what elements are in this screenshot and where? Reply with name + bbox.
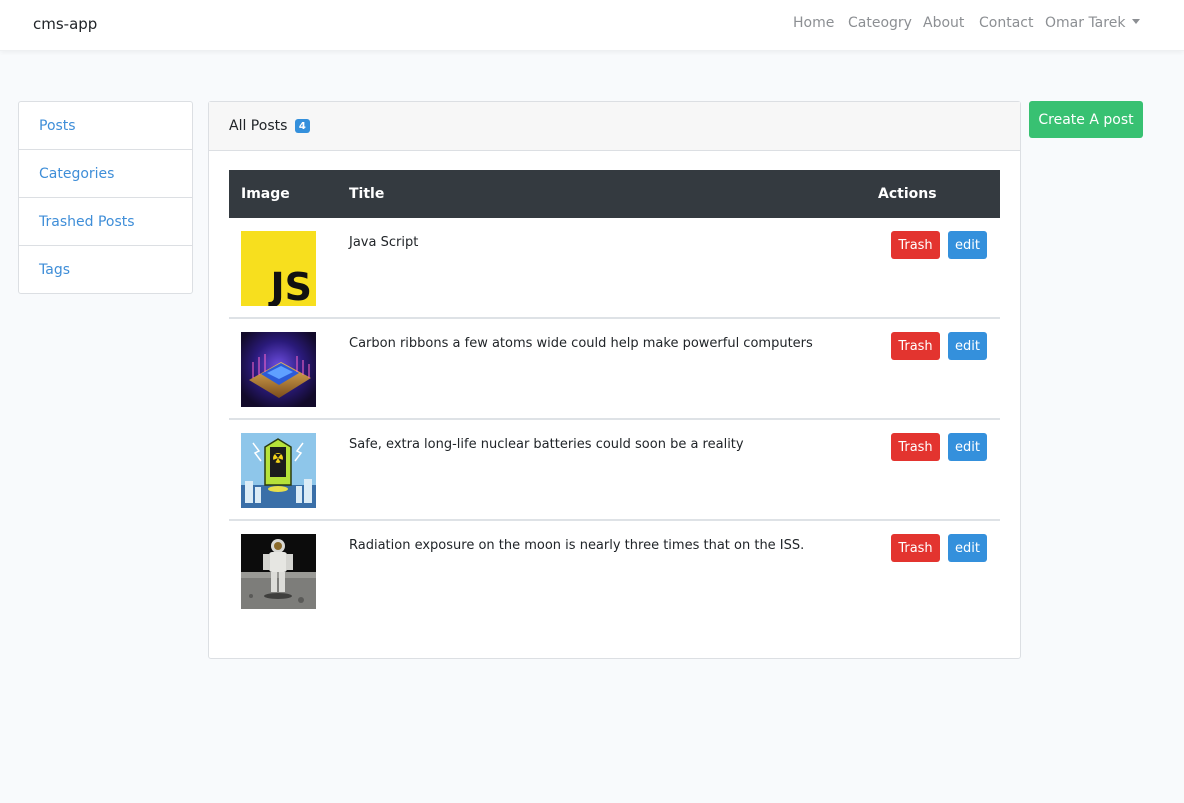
header-title: Title: [349, 186, 385, 202]
nuclear-battery-image: [241, 433, 316, 508]
create-post-button[interactable]: Create A post: [1029, 101, 1143, 138]
post-title: Java Script: [349, 235, 419, 250]
edit-button[interactable]: edit: [948, 433, 987, 461]
nav-contact[interactable]: Contact: [979, 15, 1033, 31]
js-logo-image: JS: [241, 231, 316, 306]
table-row: Safe, extra long-life nuclear batteries …: [229, 420, 1000, 521]
post-title: Safe, extra long-life nuclear batteries …: [349, 437, 744, 452]
svg-text:JS: JS: [267, 265, 312, 306]
table-row: Radiation exposure on the moon is nearly…: [229, 521, 1000, 622]
post-title: Radiation exposure on the moon is nearly…: [349, 538, 805, 553]
top-navbar: cms-app Home Cateogry About Contact Omar…: [0, 0, 1184, 51]
post-thumbnail[interactable]: [241, 534, 316, 609]
post-thumbnail[interactable]: [241, 332, 316, 407]
nav-about[interactable]: About: [923, 15, 964, 31]
nav-category[interactable]: Cateogry: [848, 15, 912, 31]
caret-down-icon: [1132, 19, 1141, 24]
trash-button[interactable]: Trash: [891, 534, 940, 562]
table-row: JS Java Script Trash edit: [229, 218, 1000, 319]
user-name: Omar Tarek: [1045, 15, 1126, 31]
sidebar-item-posts[interactable]: Posts: [19, 102, 192, 150]
sidebar-item-trashed-posts[interactable]: Trashed Posts: [19, 198, 192, 246]
trash-button[interactable]: Trash: [891, 231, 940, 259]
posts-card: All Posts 4 Image Title Actions JS Java …: [208, 101, 1021, 659]
cpu-chip-image: [241, 332, 316, 407]
table-header: Image Title Actions: [229, 170, 1000, 218]
trash-button[interactable]: Trash: [891, 433, 940, 461]
sidebar-item-tags[interactable]: Tags: [19, 246, 192, 294]
trash-button[interactable]: Trash: [891, 332, 940, 360]
user-dropdown[interactable]: Omar Tarek: [1045, 15, 1141, 31]
sidebar: Posts Categories Trashed Posts Tags: [18, 101, 193, 294]
table-row: Carbon ribbons a few atoms wide could he…: [229, 319, 1000, 420]
card-header: All Posts 4: [209, 102, 1020, 151]
header-actions: Actions: [878, 186, 937, 202]
post-count-badge: 4: [294, 119, 310, 133]
post-thumbnail[interactable]: JS: [241, 231, 316, 306]
edit-button[interactable]: edit: [948, 231, 987, 259]
brand-link[interactable]: cms-app: [33, 15, 97, 33]
post-thumbnail[interactable]: [241, 433, 316, 508]
nav-home[interactable]: Home: [793, 15, 834, 31]
header-image: Image: [241, 186, 290, 202]
post-title: Carbon ribbons a few atoms wide could he…: [349, 336, 813, 351]
astronaut-moon-image: [241, 534, 316, 609]
posts-table: Image Title Actions JS Java Script Trash…: [229, 170, 1000, 622]
edit-button[interactable]: edit: [948, 332, 987, 360]
sidebar-item-categories[interactable]: Categories: [19, 150, 192, 198]
edit-button[interactable]: edit: [948, 534, 987, 562]
card-title: All Posts: [229, 118, 288, 134]
